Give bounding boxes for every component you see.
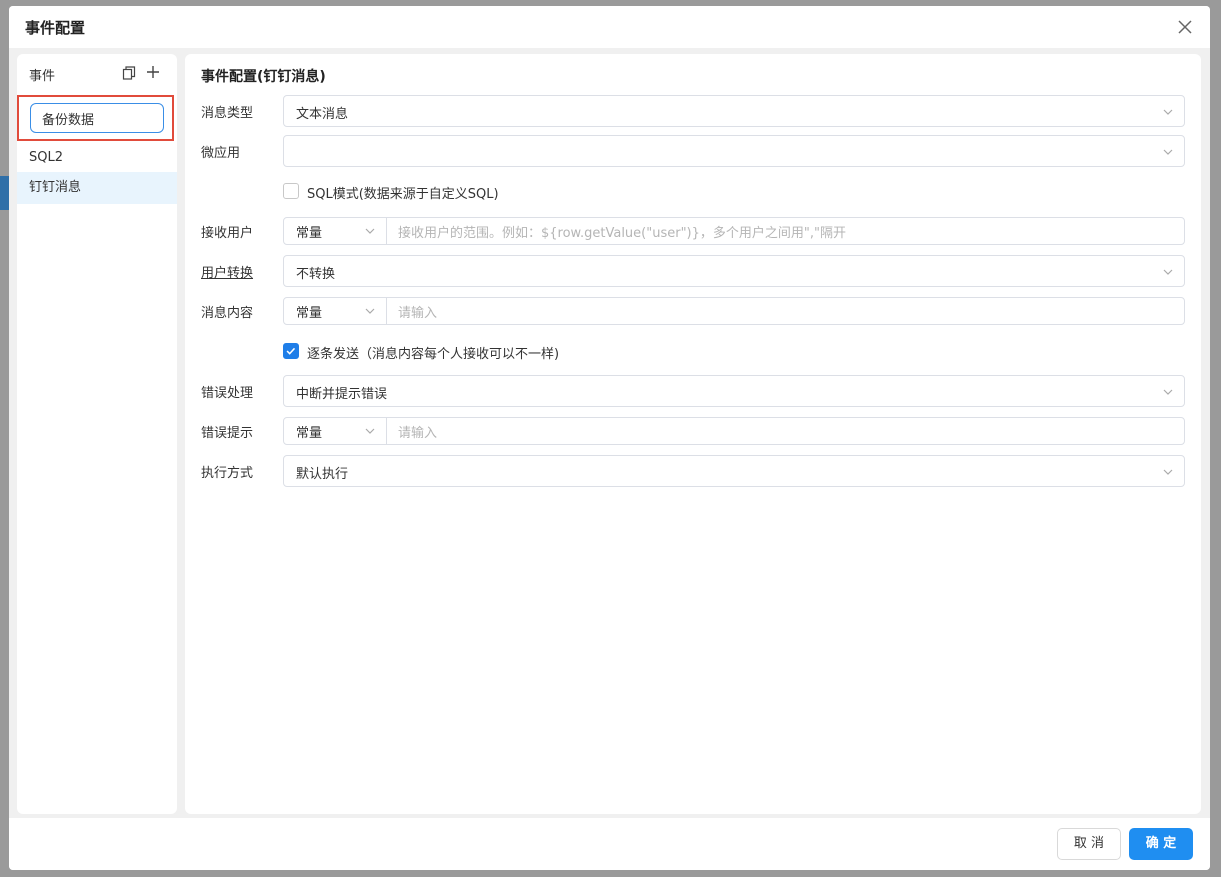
- receiver-label: 接收用户: [201, 226, 254, 241]
- error-tip-field: 常量 请输入: [283, 417, 1185, 445]
- check-icon: [286, 347, 296, 355]
- error-tip-input[interactable]: 请输入: [398, 422, 437, 441]
- user-convert-value: 不转换: [296, 267, 336, 282]
- chevron-down-icon: [365, 228, 375, 234]
- dialog-footer: 取 消 确 定: [9, 818, 1210, 870]
- chevron-down-icon: [1163, 389, 1173, 395]
- sql-mode-label: SQL模式(数据来源于自定义SQL): [307, 187, 499, 202]
- error-tip-mode-value: 常量: [296, 426, 323, 441]
- exec-mode-value: 默认执行: [296, 467, 349, 482]
- event-item-sql2[interactable]: SQL2: [17, 142, 177, 174]
- send-each-label: 逐条发送（消息内容每个人接收可以不一样): [307, 347, 560, 362]
- receiver-mode-select[interactable]: 常量: [284, 218, 387, 244]
- user-convert-select[interactable]: 不转换: [283, 255, 1185, 287]
- chevron-down-icon: [1163, 109, 1173, 115]
- events-panel-title: 事件: [29, 69, 56, 84]
- micro-app-label: 微应用: [201, 146, 241, 161]
- error-tip-mode-select[interactable]: 常量: [284, 418, 387, 444]
- error-handle-select[interactable]: 中断并提示错误: [283, 375, 1185, 407]
- dialog-title: 事件配置: [25, 19, 86, 37]
- chevron-down-icon: [365, 428, 375, 434]
- add-icon[interactable]: [146, 65, 160, 79]
- content-field: 常量 请输入: [283, 297, 1185, 325]
- receiver-mode-value: 常量: [296, 226, 323, 241]
- event-rename-highlight: [17, 95, 174, 141]
- event-config-dialog: 事件配置 事件 SQL2 钉钉消息 事件配置(钉钉消息) 消息类型 文本消息: [9, 6, 1210, 870]
- chevron-down-icon: [1163, 469, 1173, 475]
- send-each-checkbox[interactable]: [283, 343, 299, 359]
- receiver-input[interactable]: 接收用户的范围。例如：${row.getValue("user")}，多个用户之…: [398, 222, 846, 241]
- msg-type-select[interactable]: 文本消息: [283, 95, 1185, 127]
- event-name-input[interactable]: [30, 103, 164, 133]
- events-panel: 事件 SQL2 钉钉消息: [17, 54, 177, 814]
- content-label: 消息内容: [201, 306, 254, 321]
- content-mode-select[interactable]: 常量: [284, 298, 387, 324]
- sql-mode-checkbox[interactable]: [283, 183, 299, 199]
- error-tip-label: 错误提示: [201, 426, 254, 441]
- error-handle-value: 中断并提示错误: [296, 387, 388, 402]
- cancel-button[interactable]: 取 消: [1057, 828, 1121, 860]
- close-icon[interactable]: [1176, 18, 1194, 36]
- msg-type-label: 消息类型: [201, 106, 254, 121]
- chevron-down-icon: [1163, 149, 1173, 155]
- event-item-dingtalk[interactable]: 钉钉消息: [17, 172, 177, 204]
- user-convert-label[interactable]: 用户转换: [201, 262, 253, 281]
- events-panel-header: 事件: [17, 54, 177, 90]
- chevron-down-icon: [365, 308, 375, 314]
- content-mode-value: 常量: [296, 306, 323, 321]
- micro-app-select[interactable]: [283, 135, 1185, 167]
- background-sidebar-strip: [0, 176, 9, 210]
- msg-type-value: 文本消息: [296, 107, 349, 122]
- receiver-field: 常量 接收用户的范围。例如：${row.getValue("user")}，多个…: [283, 217, 1185, 245]
- error-handle-label: 错误处理: [201, 386, 254, 401]
- copy-icon[interactable]: [122, 66, 136, 80]
- config-panel: 事件配置(钉钉消息) 消息类型 文本消息 微应用 SQL模式(数据来源于自定义S…: [185, 54, 1201, 814]
- content-input[interactable]: 请输入: [398, 302, 437, 321]
- exec-mode-label: 执行方式: [201, 466, 254, 481]
- dialog-header: 事件配置: [9, 6, 1210, 48]
- config-title: 事件配置(钉钉消息): [201, 69, 326, 85]
- exec-mode-select[interactable]: 默认执行: [283, 455, 1185, 487]
- confirm-button[interactable]: 确 定: [1129, 828, 1193, 860]
- chevron-down-icon: [1163, 269, 1173, 275]
